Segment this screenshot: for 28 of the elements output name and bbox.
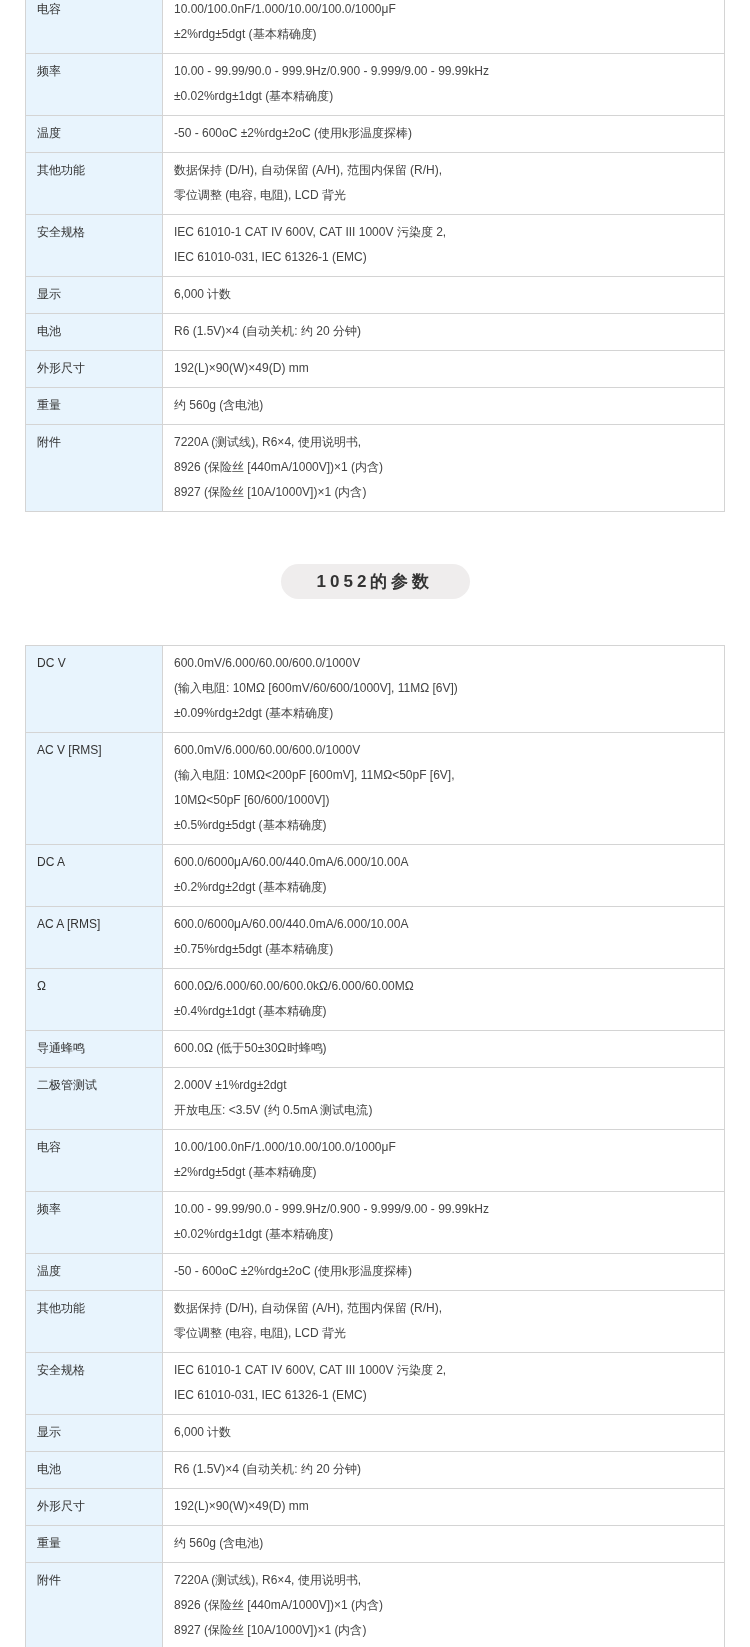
spec-label-cell: 安全规格 [26,1353,163,1414]
spec-label-cell: 重量 [26,388,163,424]
spec-label-cell: 显示 [26,1415,163,1451]
spec-label-cell: 外形尺寸 [26,351,163,387]
spec-label-cell: Ω [26,969,163,1030]
section-heading: 1052的参数 [280,564,470,599]
spec-label-cell: 电容 [26,1130,163,1191]
spec-label-cell: 电容 [26,0,163,53]
spec-label-cell: 附件 [26,425,163,511]
spec-label-cell: 频率 [26,1192,163,1253]
spec-label-cell: 温度 [26,1254,163,1290]
spec-label-cell: 其他功能 [26,1291,163,1352]
spec-label-cell: 外形尺寸 [26,1489,163,1525]
spec-label-cell: 温度 [26,116,163,152]
spec-label-cell: AC A [RMS] [26,907,163,968]
spec-label-cell: 附件 [26,1563,163,1647]
spec-label-cell: 显示 [26,277,163,313]
spec-label-cell: 频率 [26,54,163,115]
spec-label-cell: AC V [RMS] [26,733,163,844]
spec-label-cell: 导通蜂鸣 [26,1031,163,1067]
spec-label-cell: 重量 [26,1526,163,1562]
spec-label-cell: DC V [26,646,163,732]
spec-label-cell: 电池 [26,1452,163,1488]
spec-label-cell: 安全规格 [26,215,163,276]
spec-label-cell: 二极管测试 [26,1068,163,1129]
spec-label-cell: DC A [26,845,163,906]
spec-label-cell: 其他功能 [26,153,163,214]
spec-label-cell: 电池 [26,314,163,350]
